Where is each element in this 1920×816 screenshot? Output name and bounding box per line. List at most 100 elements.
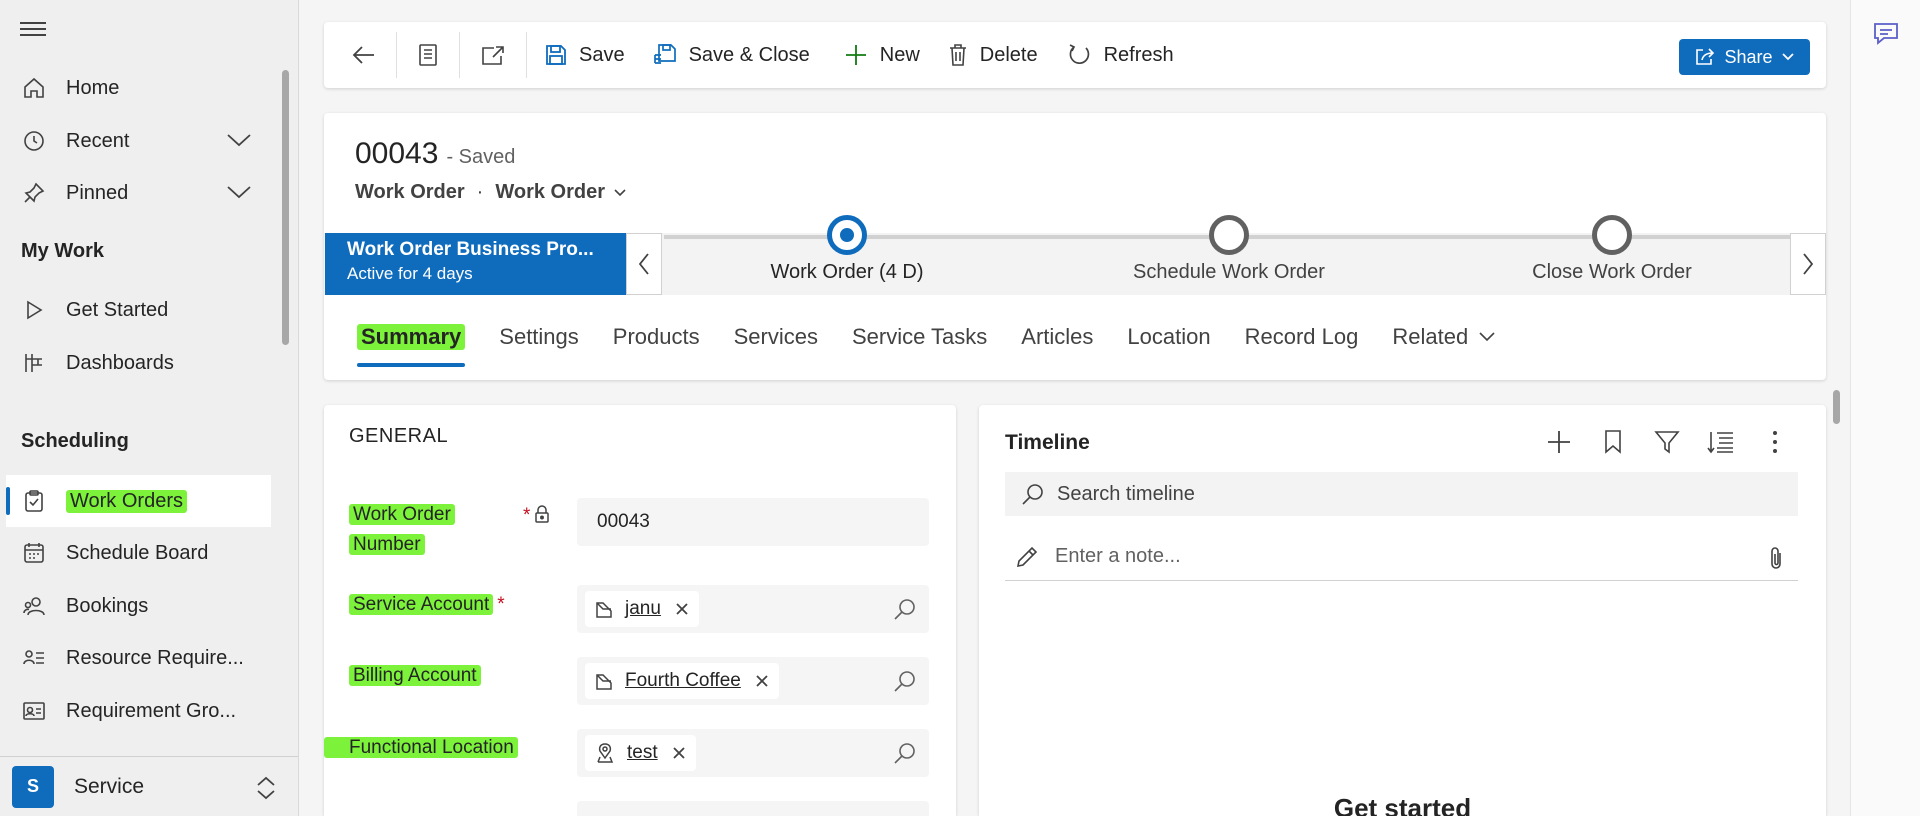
sort-list-icon[interactable]: [1694, 429, 1748, 455]
sidebar-item-get-started[interactable]: Get Started: [0, 284, 272, 336]
form-view-button[interactable]: [397, 22, 459, 88]
main-scrollbar[interactable]: [1833, 390, 1840, 424]
form-selector[interactable]: Work Order: [495, 181, 605, 204]
chevron-down-icon: [614, 188, 626, 196]
sidebar-scrollbar[interactable]: [282, 70, 289, 345]
open-new-window-button[interactable]: [460, 22, 526, 88]
tab-service-tasks[interactable]: Service Tasks: [835, 311, 1004, 363]
share-label: Share: [1724, 46, 1773, 67]
refresh-button[interactable]: Refresh: [1052, 22, 1188, 88]
lookup-link[interactable]: test: [627, 742, 658, 764]
tab-services[interactable]: Services: [717, 311, 835, 363]
stage-pending-icon: [1592, 215, 1632, 255]
chevron-down-icon: [1479, 332, 1495, 342]
tab-label: Products: [612, 324, 700, 349]
sidebar-item-pinned[interactable]: Pinned: [0, 167, 272, 219]
timeline-empty-title: Get started: [1333, 793, 1472, 816]
tab-products[interactable]: Products: [596, 311, 717, 363]
bpf-stage-work-order[interactable]: Work Order (4 D): [717, 215, 977, 284]
tab-summary[interactable]: Summary: [324, 311, 482, 367]
save-button[interactable]: Save: [527, 22, 639, 88]
lookup-chip: Fourth Coffee: [585, 663, 779, 699]
bpf-stage-close[interactable]: Close Work Order: [1482, 215, 1742, 284]
timeline-panel: Timeline Search timeline Enter a note...…: [979, 405, 1826, 816]
chevron-down-icon[interactable]: [226, 129, 252, 157]
stage-label: Work Order (4 D): [770, 261, 924, 283]
trash-icon: [949, 44, 966, 66]
save-close-label: Save & Close: [688, 43, 810, 66]
tab-label: Record Log: [1244, 324, 1359, 349]
functional-location-lookup[interactable]: test: [577, 729, 929, 777]
dashboard-icon: [20, 351, 48, 375]
tab-location[interactable]: Location: [1110, 311, 1227, 363]
tab-record-log[interactable]: Record Log: [1228, 311, 1376, 363]
bpf-next-button[interactable]: [1790, 233, 1826, 295]
hamburger-menu-icon[interactable]: [20, 18, 46, 42]
delete-label: Delete: [979, 43, 1038, 66]
chevron-down-icon[interactable]: [226, 181, 252, 209]
lookup-chip: test: [585, 735, 696, 771]
chevron-right-icon: [1803, 253, 1814, 275]
sidebar-item-requirement-groups[interactable]: Requirement Gro...: [0, 685, 272, 737]
bpf-flag[interactable]: Work Order Business Pro... Active for 4 …: [325, 233, 626, 295]
search-icon[interactable]: [893, 597, 917, 627]
billing-account-lookup[interactable]: Fourth Coffee: [577, 657, 929, 705]
lookup-link[interactable]: Fourth Coffee: [625, 670, 741, 692]
work-order-number-field[interactable]: 00043: [577, 498, 929, 546]
lock-icon: [534, 505, 550, 528]
tab-label: Location: [1127, 324, 1211, 349]
share-icon: [1696, 48, 1715, 65]
area-switcher[interactable]: S Service: [0, 756, 298, 816]
list-person-icon: [20, 646, 48, 670]
lookup-link[interactable]: janu: [625, 598, 661, 620]
bpf-name: Work Order Business Pro...: [347, 239, 594, 260]
tab-settings[interactable]: Settings: [482, 311, 596, 363]
search-icon[interactable]: [893, 669, 917, 699]
bookmark-icon[interactable]: [1586, 429, 1640, 455]
location-pin-icon: [597, 743, 614, 763]
service-account-lookup[interactable]: janu: [577, 585, 929, 633]
back-button[interactable]: [324, 22, 396, 88]
label-line-2: Number: [349, 534, 425, 555]
sidebar-item-schedule-board[interactable]: Schedule Board: [0, 527, 272, 579]
next-field-input[interactable]: [577, 801, 929, 816]
open-in-new-window-icon: [482, 46, 504, 65]
record-subtitle: Work Order · Work Order: [355, 181, 627, 204]
more-options-icon[interactable]: [1748, 429, 1802, 455]
sidebar-item-recent[interactable]: Recent: [0, 115, 272, 167]
timeline-actions: [1532, 429, 1802, 455]
new-button[interactable]: New: [824, 22, 934, 88]
tab-related[interactable]: Related: [1375, 311, 1513, 363]
add-icon[interactable]: [1532, 429, 1586, 455]
search-icon: [1022, 484, 1043, 505]
bpf-stage-schedule[interactable]: Schedule Work Order: [1099, 215, 1359, 284]
save-status: - Saved: [446, 146, 516, 168]
timeline-search-input[interactable]: Search timeline: [1005, 472, 1798, 516]
area-label: Service: [74, 774, 145, 798]
sidebar-item-work-orders[interactable]: Work Orders: [6, 475, 271, 527]
save-close-button[interactable]: Save & Close: [639, 22, 824, 88]
attachment-icon[interactable]: [1768, 545, 1784, 577]
sidebar-item-resource-requirements[interactable]: Resource Require...: [0, 632, 272, 684]
search-icon[interactable]: [893, 741, 917, 771]
filter-icon[interactable]: [1640, 429, 1694, 455]
timeline-note-input[interactable]: Enter a note...: [1005, 533, 1798, 581]
pin-icon: [20, 181, 48, 205]
chevron-up-down-icon[interactable]: [255, 775, 277, 806]
sidebar-item-dashboards[interactable]: Dashboards: [0, 337, 272, 389]
label-line-1: Work Order: [349, 504, 455, 525]
sidebar-item-home[interactable]: Home: [0, 62, 272, 114]
tab-articles[interactable]: Articles: [1004, 311, 1110, 363]
work-order-number-label: Work Order Number: [349, 500, 529, 560]
bpf-previous-button[interactable]: [626, 233, 662, 295]
share-button[interactable]: Share: [1679, 39, 1810, 75]
stage-active-icon: [827, 215, 867, 255]
sidebar-item-label: Requirement Gro...: [66, 699, 237, 722]
save-close-icon: [653, 44, 676, 64]
sidebar-item-label: Work Orders: [66, 489, 187, 513]
sidebar-item-bookings[interactable]: Bookings: [0, 580, 272, 632]
delete-button[interactable]: Delete: [934, 22, 1052, 88]
pencil-icon: [1016, 546, 1038, 567]
chat-icon[interactable]: [1872, 20, 1900, 51]
separator-dot: ·: [476, 181, 484, 203]
